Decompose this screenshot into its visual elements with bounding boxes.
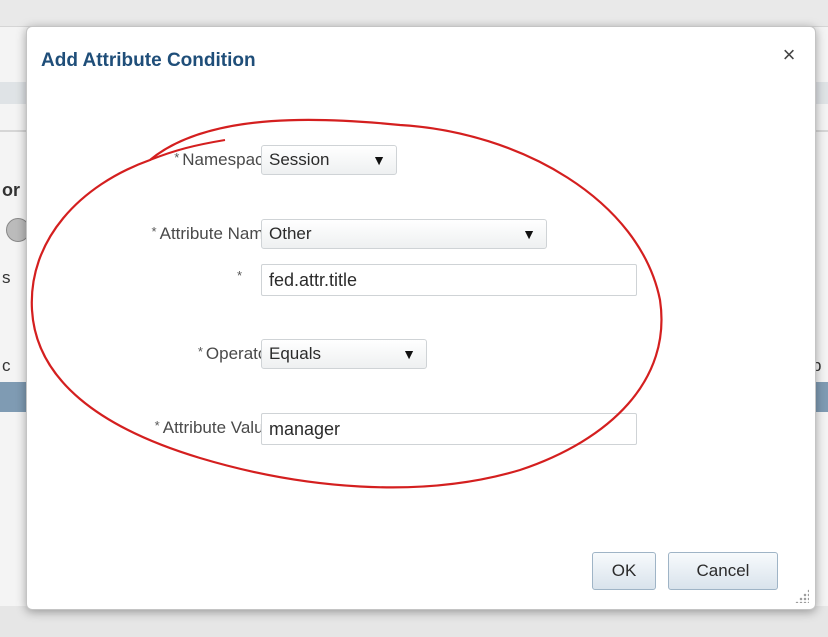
background-text-fragment: or bbox=[2, 180, 20, 200]
required-marker: * bbox=[197, 344, 203, 359]
resize-grip-icon[interactable] bbox=[795, 589, 809, 603]
required-marker: * bbox=[154, 418, 160, 433]
dropdown-arrow-icon: ▼ bbox=[402, 346, 416, 362]
required-marker: * bbox=[151, 224, 157, 239]
attribute-name-custom-label: * bbox=[237, 268, 245, 288]
dialog-title: Add Attribute Condition bbox=[41, 50, 256, 71]
background-footer bbox=[0, 606, 828, 637]
attribute-value-input[interactable]: manager bbox=[261, 413, 637, 445]
attribute-name-select[interactable]: Other ▼ bbox=[261, 219, 547, 249]
operator-select[interactable]: Equals ▼ bbox=[261, 339, 427, 369]
ok-button[interactable]: OK bbox=[592, 552, 656, 590]
cancel-button[interactable]: Cancel bbox=[668, 552, 778, 590]
required-marker: * bbox=[236, 268, 242, 283]
add-attribute-condition-dialog: Add Attribute Condition × * Namespace Ses… bbox=[26, 26, 816, 610]
background-text-fragment: s bbox=[2, 268, 11, 287]
namespace-label: * Namespace bbox=[174, 150, 273, 170]
attribute-name-value: Other bbox=[269, 224, 312, 243]
background-text-fragment: c bbox=[2, 356, 11, 375]
namespace-select[interactable]: Session ▼ bbox=[261, 145, 397, 175]
background-header bbox=[0, 0, 828, 27]
attribute-name-custom-input[interactable]: fed.attr.title bbox=[261, 264, 637, 296]
attribute-value-label: * Attribute Value bbox=[155, 418, 273, 438]
attribute-name-label: * Attribute Name bbox=[152, 224, 273, 244]
dropdown-arrow-icon: ▼ bbox=[522, 226, 536, 242]
attribute-value-label-text: Attribute Value bbox=[162, 418, 273, 437]
dropdown-arrow-icon: ▼ bbox=[372, 152, 386, 168]
attribute-name-label-text: Attribute Name bbox=[159, 224, 273, 243]
namespace-label-text: Namespace bbox=[182, 150, 273, 169]
namespace-value: Session bbox=[269, 150, 330, 169]
required-marker: * bbox=[174, 150, 180, 165]
operator-value: Equals bbox=[269, 344, 321, 363]
close-icon[interactable]: × bbox=[777, 43, 801, 67]
